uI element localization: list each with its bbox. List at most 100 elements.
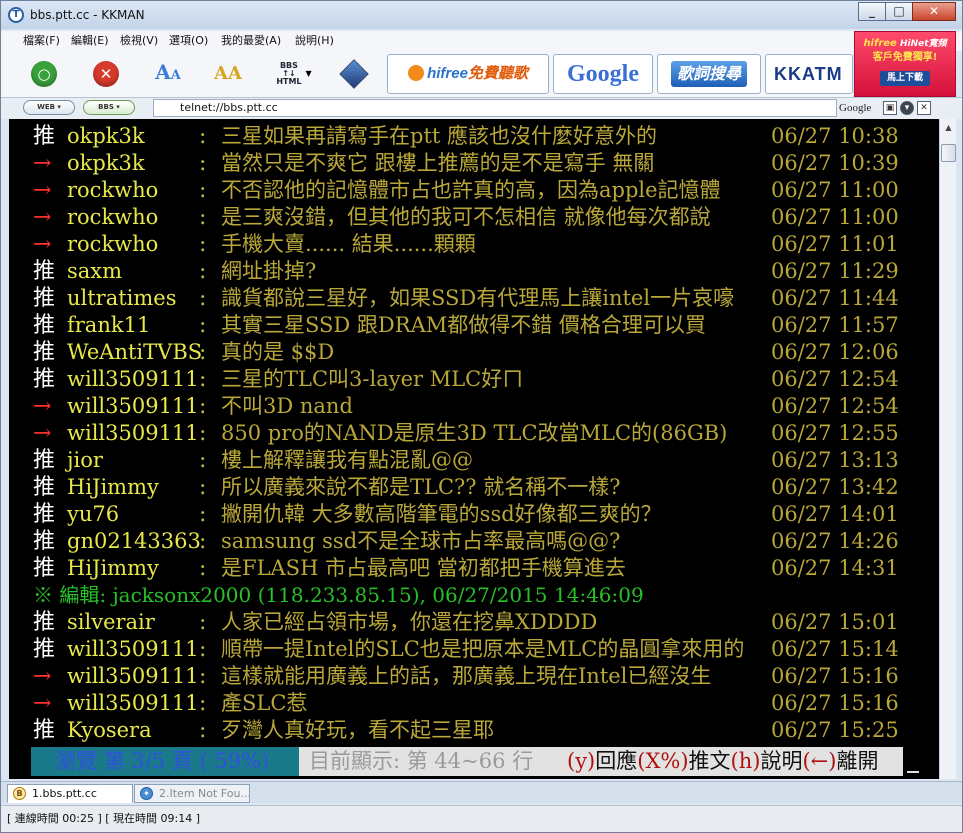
- comment-time: 06/27 13:13: [771, 448, 899, 472]
- tab-bbs-ptt[interactable]: B 1.bbs.ptt.cc: [7, 784, 133, 803]
- menu-edit[interactable]: 編輯(E): [71, 34, 109, 48]
- comment-user: silverair: [67, 610, 155, 634]
- web-mode-dropdown[interactable]: WEB ▾: [23, 100, 75, 115]
- comment-row: → will3509111 不叫3D nand 06/27 12:54:: [9, 393, 939, 420]
- comment-user: rockwho: [67, 205, 159, 229]
- comment-time: 06/27 15:25: [771, 718, 899, 742]
- ad-download-button[interactable]: 馬上下載: [879, 71, 930, 86]
- terminal-status-bar: 瀏覽 第 3/5 頁 ( 59%) 目前顯示: 第 44~66 行 (y)回應(…: [9, 747, 939, 776]
- comment-time: 06/27 11:01: [771, 232, 899, 256]
- close-tab-icon[interactable]: ✕: [917, 101, 931, 115]
- scroll-up-icon[interactable]: ▲: [942, 121, 955, 134]
- comment-text: 當然只是不爽它 跟樓上推薦的是不是寫手 無關: [221, 151, 655, 175]
- vertical-scrollbar[interactable]: ▲: [939, 119, 956, 779]
- key-exit[interactable]: (←): [802, 749, 836, 773]
- comment-row: 推 WeAntiTVBS 真的是 $$D 06/27 12:06:: [9, 339, 939, 366]
- menu-view[interactable]: 檢視(V): [120, 34, 158, 48]
- window-title: bbs.ptt.cc - KKMAN: [30, 8, 145, 22]
- comment-text: 手機大賣...... 結果......顆顆: [221, 232, 476, 256]
- bbs-html-toggle-button[interactable]: BBS ↑↓ HTML ▼: [267, 55, 321, 93]
- colon-separator: :: [199, 367, 207, 392]
- comment-text: 不叫3D nand: [221, 394, 353, 418]
- colon-separator: :: [199, 718, 207, 743]
- cube-icon: [339, 59, 369, 89]
- bbs-mode-dropdown[interactable]: BBS ▾: [83, 100, 135, 115]
- comment-text: 所以廣義來說不都是TLC?? 就名稱不一樣?: [221, 475, 621, 499]
- comment-user: will3509111: [67, 691, 199, 715]
- comment-text: 是FLASH 市占最高吧 當初都把手機算進去: [221, 556, 626, 580]
- colon-separator: :: [199, 556, 207, 581]
- menu-help[interactable]: 說明(H): [295, 34, 334, 48]
- push-tag: 推: [33, 448, 56, 473]
- comment-row: 推 HiJimmy 所以廣義來說不都是TLC?? 就名稱不一樣? 06/27 13:4…: [9, 474, 939, 501]
- comment-time: 06/27 14:31: [771, 556, 899, 580]
- comment-user: rockwho: [67, 232, 159, 256]
- colon-separator: :: [199, 124, 207, 149]
- comment-user: will3509111: [67, 421, 199, 445]
- title-bar[interactable]: T bbs.ptt.cc - KKMAN _ □ ✕: [1, 1, 962, 29]
- key-help-label: 說明: [760, 749, 803, 773]
- comment-row: 推 HiJimmy 是FLASH 市占最高吧 當初都把手機算進去 06/27 14:3…: [9, 555, 939, 582]
- comment-time: 06/27 12:54: [771, 394, 899, 418]
- push-tag: 推: [33, 529, 56, 554]
- colon-separator: :: [199, 610, 207, 635]
- colon-separator: :: [199, 448, 207, 473]
- font-size-icon: AA: [155, 60, 181, 84]
- comment-time: 06/27 14:26: [771, 529, 899, 553]
- stop-button[interactable]: ✕: [85, 55, 127, 93]
- comment-time: 06/27 15:16: [771, 664, 899, 688]
- comment-time: 06/27 13:42: [771, 475, 899, 499]
- hifree-music-button[interactable]: hifree免費聽歌: [387, 54, 549, 94]
- comment-row: 推 silverair 人家已經占領市場，你還在挖鼻XDDDD 06/27 15:01…: [9, 609, 939, 636]
- key-push-label: 推文: [688, 749, 731, 773]
- kkatm-button[interactable]: KKATM: [765, 54, 853, 94]
- url-input[interactable]: telnet://bbs.ptt.cc: [153, 99, 837, 117]
- search-engine-label[interactable]: Google: [839, 100, 871, 116]
- key-help[interactable]: (h): [731, 749, 761, 773]
- dropdown-icon[interactable]: ▾: [900, 101, 914, 115]
- comment-user: gn02143363: [67, 529, 201, 553]
- comment-row: 推 ultratimes 識貨都說三星好，如果SSD有代理馬上讓intel一片哀嚎 0…: [9, 285, 939, 312]
- ad-subline: 客戶免費獨享!: [872, 52, 938, 63]
- push-tag: 推: [33, 556, 56, 581]
- colon-separator: :: [199, 502, 207, 527]
- minimize-button[interactable]: _: [858, 2, 886, 21]
- lyrics-search-button[interactable]: 歌詞搜尋: [657, 54, 761, 94]
- edit-notice: ※ 編輯: jacksonx2000 (118.233.85.15), 06/2…: [33, 583, 644, 607]
- hinet-ad-banner[interactable]: hifree HiNet寬頻 客戶免費獨享! 馬上下載: [854, 31, 956, 97]
- comment-text: 三星如果再請寫手在ptt 應該也沒什麼好意外的: [221, 124, 657, 148]
- key-reply-label: 回應: [595, 749, 638, 773]
- comment-time: 06/27 10:39: [771, 151, 899, 175]
- comment-time: 06/27 15:14: [771, 637, 899, 661]
- go-button[interactable]: ○: [23, 55, 65, 93]
- comment-user: will3509111: [67, 394, 199, 418]
- plugin-button[interactable]: [333, 55, 375, 93]
- comment-text: 樓上解釋讓我有點混亂@@: [221, 448, 473, 472]
- comment-row: 推 okpk3k 三星如果再請寫手在ptt 應該也沒什麼好意外的 06/27 10:3…: [9, 123, 939, 150]
- comment-row: 推 frank11 其實三星SSD 跟DRAM都做得不錯 價格合理可以買 06/27 …: [9, 312, 939, 339]
- font-style-button[interactable]: AA: [207, 55, 249, 93]
- connection-time: [ 連線時間 00:25 ] [ 現在時間 09:14 ]: [7, 812, 201, 825]
- menu-file[interactable]: 檔案(F): [23, 34, 60, 48]
- colon-separator: :: [199, 475, 207, 500]
- new-window-icon[interactable]: ▣: [883, 101, 897, 115]
- comment-text: samsung ssd不是全球市占率最高嗎@@?: [221, 529, 621, 553]
- ad-headline: hifree HiNet寬頻: [863, 38, 947, 49]
- push-tag: 推: [33, 259, 56, 284]
- scroll-thumb[interactable]: [941, 144, 956, 162]
- arrow-tag: →: [33, 232, 52, 257]
- comment-time: 06/27 11:44: [771, 286, 899, 310]
- font-size-button[interactable]: AA: [147, 55, 189, 93]
- address-bar-icons: ▣ ▾ ✕: [883, 101, 931, 115]
- key-push[interactable]: (X%): [637, 749, 688, 773]
- menu-favorites[interactable]: 我的最愛(A): [221, 34, 281, 48]
- key-reply[interactable]: (y): [567, 749, 595, 773]
- menu-options[interactable]: 選項(O): [169, 34, 208, 48]
- google-button[interactable]: Google: [553, 54, 653, 94]
- maximize-button[interactable]: □: [885, 2, 913, 21]
- comment-user: HiJimmy: [67, 475, 159, 499]
- toolbar: ○ ✕ AA AA BBS ↑↓ HTML ▼ hifree免費聽歌 Googl…: [1, 51, 853, 97]
- bbs-terminal[interactable]: 推 Kyosera 歹灣人真好玩，看不起三星耶 06/27 15:25: → will35…: [9, 119, 939, 779]
- tab-item-not-found[interactable]: ✦ 2.Item Not Fou...: [134, 784, 250, 803]
- close-button[interactable]: ✕: [912, 2, 956, 21]
